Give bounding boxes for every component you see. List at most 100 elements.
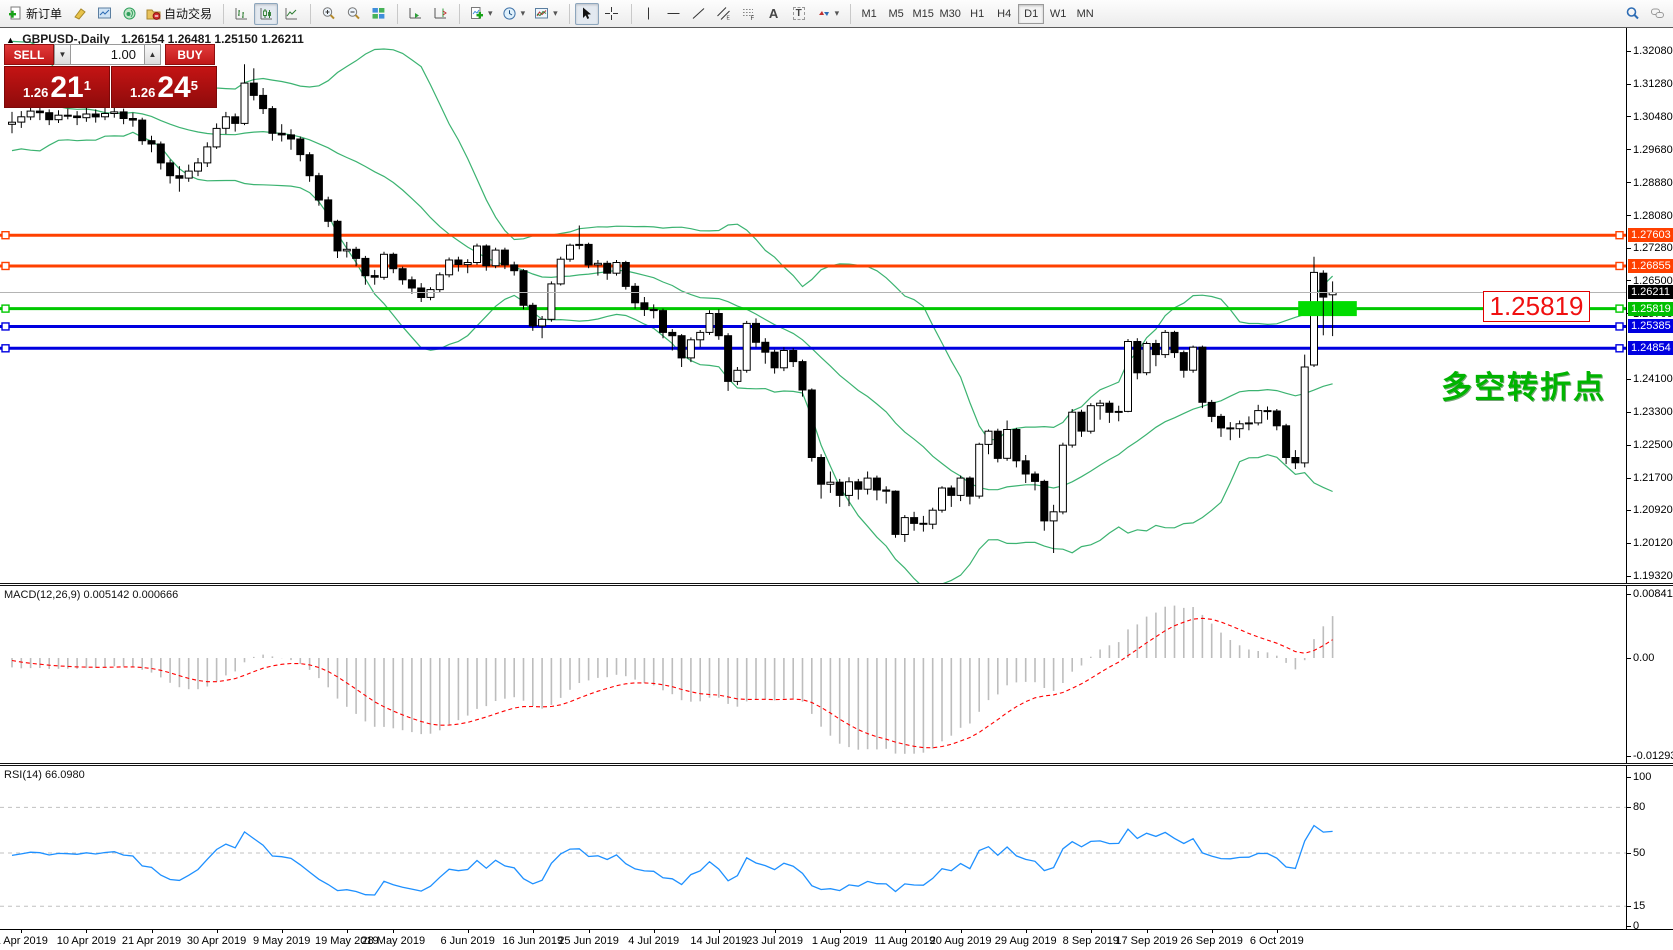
bear-candle: [911, 518, 918, 524]
sell-button[interactable]: SELL: [4, 44, 54, 65]
price-tick: 1.31280: [1627, 78, 1673, 90]
templates-button[interactable]: ▾: [530, 3, 562, 25]
bear-candle: [129, 119, 136, 121]
new-chart-button[interactable]: [92, 3, 116, 25]
turning-point-annotation[interactable]: 多空转折点: [1441, 362, 1606, 407]
vertical-line-button[interactable]: [637, 3, 661, 25]
price-tick: 1.21700: [1627, 472, 1673, 484]
macd-panel[interactable]: 0.0084110.00-0.012931 MACD(12,26,9) 0.00…: [0, 586, 1673, 763]
zoom-out-button[interactable]: [341, 3, 365, 25]
trendline-icon: [691, 6, 706, 21]
bear-candle: [139, 120, 146, 141]
zoom-in-button[interactable]: [316, 3, 340, 25]
line-anchor-handle[interactable]: [1616, 305, 1623, 312]
bear-candle: [669, 332, 676, 335]
macd-scale[interactable]: 0.0084110.00-0.012931: [1626, 586, 1673, 763]
timeframe-d1[interactable]: D1: [1018, 4, 1044, 24]
fibonacci-button[interactable]: F: [737, 3, 761, 25]
time-tick: [533, 930, 534, 933]
cursor-button[interactable]: [575, 3, 599, 25]
new-order-icon: [8, 6, 23, 21]
main-chart-panel[interactable]: 1.320801.312801.304801.296801.288801.280…: [0, 28, 1673, 583]
timeframe-h4[interactable]: H4: [991, 4, 1017, 24]
auto-scroll-button[interactable]: [403, 3, 427, 25]
price-scale[interactable]: 1.320801.312801.304801.296801.288801.280…: [1626, 28, 1673, 583]
bar-chart-button[interactable]: [229, 3, 253, 25]
line-anchor-handle[interactable]: [1616, 262, 1623, 269]
trendline-button[interactable]: [687, 3, 711, 25]
line-anchor-handle[interactable]: [2, 262, 9, 269]
bull-candle: [1087, 406, 1094, 432]
chart-shift-button[interactable]: [428, 3, 452, 25]
autotrading-button[interactable]: 自动交易: [142, 3, 216, 25]
date-label: 6 Oct 2019: [1235, 935, 1319, 947]
line-anchor-handle[interactable]: [2, 323, 9, 330]
arrows-tool-button[interactable]: ▾: [812, 3, 844, 25]
bull-candle: [743, 323, 750, 370]
timeframe-w1[interactable]: W1: [1045, 4, 1071, 24]
time-axis[interactable]: 1 Apr 201910 Apr 201921 Apr 201930 Apr 2…: [0, 929, 1673, 950]
toolbar-separator: [625, 4, 632, 24]
text-tool-button[interactable]: A: [762, 3, 786, 25]
signal-icon: [122, 6, 137, 21]
bear-candle: [501, 250, 508, 265]
volume-input[interactable]: [71, 44, 144, 65]
search-button[interactable]: [1620, 3, 1644, 25]
highlight-box-object[interactable]: [1298, 301, 1357, 316]
line-anchor-handle[interactable]: [2, 232, 9, 239]
bull-candle: [957, 478, 964, 495]
horizontal-line-button[interactable]: [662, 3, 686, 25]
timeframe-h1[interactable]: H1: [964, 4, 990, 24]
volume-decrease-button[interactable]: ▼: [54, 44, 71, 65]
timeframe-mn[interactable]: MN: [1072, 4, 1098, 24]
chart-shift-icon: [433, 6, 448, 21]
line-chart-button[interactable]: [279, 3, 303, 25]
bull-candle: [1245, 423, 1252, 424]
label-tool-button[interactable]: T: [787, 3, 811, 25]
line-anchor-handle[interactable]: [1616, 345, 1623, 352]
buy-button[interactable]: BUY: [165, 44, 215, 65]
bear-candle: [92, 114, 99, 117]
line-anchor-handle[interactable]: [1616, 323, 1623, 330]
signals-button[interactable]: [117, 3, 141, 25]
bear-candle: [334, 221, 341, 251]
one-click-trading-widget: SELL ▼ ▲ BUY 1.26 21 1 1.26 24 5: [4, 44, 217, 108]
bear-candle: [1078, 412, 1085, 431]
line-anchor-handle[interactable]: [1616, 232, 1623, 239]
bear-candle: [1208, 402, 1215, 416]
sell-price-panel[interactable]: 1.26 21 1: [4, 66, 110, 108]
chat-button[interactable]: [1645, 3, 1669, 25]
indicators-button[interactable]: ▾: [465, 3, 497, 25]
bull-candle: [557, 259, 564, 284]
bear-candle: [529, 305, 536, 326]
volume-increase-button[interactable]: ▲: [144, 44, 161, 65]
bull-candle: [18, 117, 25, 122]
bear-candle: [306, 155, 313, 176]
candlestick-chart[interactable]: [0, 28, 1626, 583]
rsi-scale[interactable]: 1008050150: [1626, 766, 1673, 929]
line-chart-icon: [284, 6, 299, 21]
line-anchor-handle[interactable]: [2, 345, 9, 352]
new-order-label: 新订单: [26, 5, 62, 22]
dropdown-caret-icon: ▾: [835, 8, 840, 19]
tile-windows-button[interactable]: [366, 3, 390, 25]
periods-button[interactable]: ▾: [498, 3, 530, 25]
line-anchor-handle[interactable]: [2, 305, 9, 312]
equidistant-channel-button[interactable]: E: [712, 3, 736, 25]
bull-candle: [1143, 344, 1150, 373]
timeframe-m5[interactable]: M5: [883, 4, 909, 24]
rsi-panel[interactable]: 1008050150 RSI(14) 66.0980: [0, 766, 1673, 929]
autotrading-label: 自动交易: [164, 5, 212, 22]
toolbar-separator: [217, 4, 224, 24]
timeframe-m1[interactable]: M1: [856, 4, 882, 24]
price-annotation-label[interactable]: 1.25819: [1483, 291, 1590, 322]
timeframe-m30[interactable]: M30: [937, 4, 963, 24]
new-order-button[interactable]: 新订单: [4, 3, 66, 25]
candle-chart-button[interactable]: [254, 3, 278, 25]
crosshair-button[interactable]: [600, 3, 624, 25]
bear-candle: [836, 482, 843, 495]
bull-candle: [241, 83, 248, 123]
timeframe-m15[interactable]: M15: [910, 4, 936, 24]
buy-price-panel[interactable]: 1.26 24 5: [111, 66, 217, 108]
styler-button[interactable]: [67, 3, 91, 25]
